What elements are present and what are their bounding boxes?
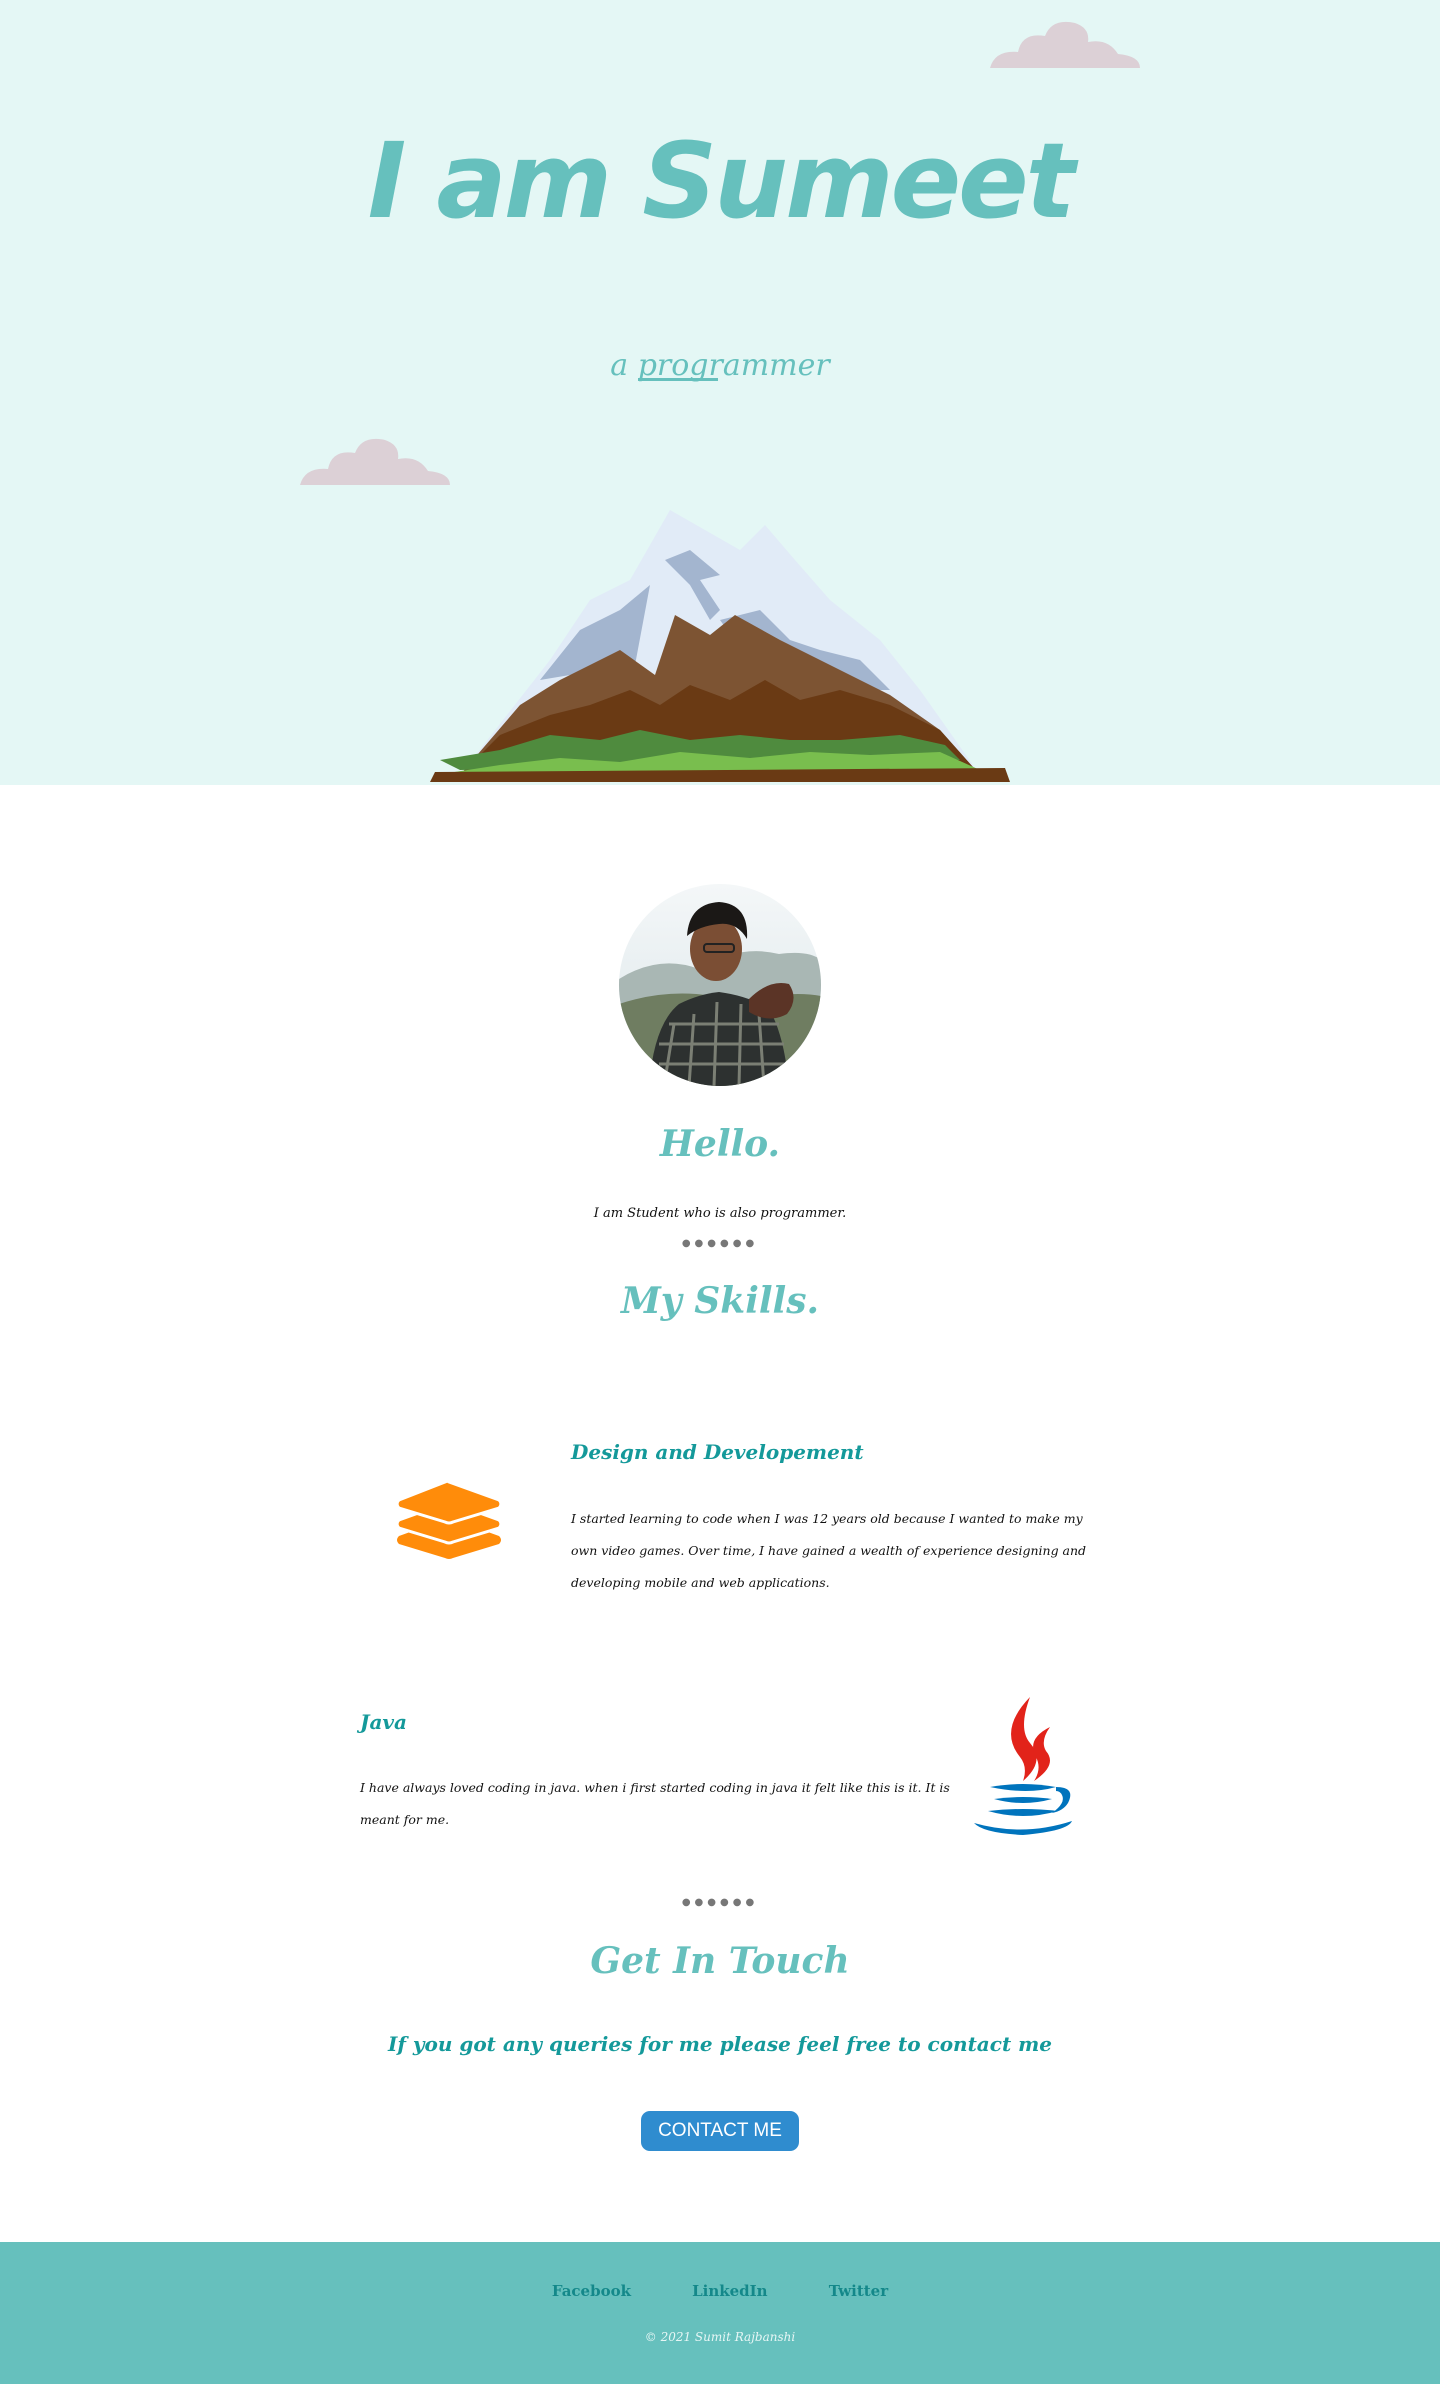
footer-links: Facebook LinkedIn Twitter xyxy=(0,2281,1440,2300)
dots-divider: ●●●●●● xyxy=(681,1897,759,1908)
skill-title-design: Design and Developement xyxy=(571,1440,864,1464)
avatar xyxy=(619,884,821,1086)
contact-subtitle: If you got any queries for me please fee… xyxy=(387,2032,1053,2056)
hero-title: I am Sumeet xyxy=(367,120,1076,242)
profile-photo xyxy=(619,884,821,1086)
footer-link-linkedin[interactable]: LinkedIn xyxy=(692,2282,768,2300)
dots-divider: ●●●●●● xyxy=(681,1238,759,1249)
footer-link-twitter[interactable]: Twitter xyxy=(829,2282,888,2300)
footer-link-facebook[interactable]: Facebook xyxy=(552,2282,631,2300)
cloud-icon xyxy=(300,438,450,485)
about-text: I am Student who is also programmer. xyxy=(593,1206,847,1221)
cloud-icon xyxy=(990,21,1140,68)
hero-subtitle-prefix: a xyxy=(610,348,638,383)
layers-icon xyxy=(395,1480,503,1559)
greeting-heading: Hello. xyxy=(659,1123,781,1165)
skill-text-design: I started learning to code when I was 12… xyxy=(571,1511,1087,1590)
skill-title-java: Java xyxy=(360,1710,408,1734)
skills-heading: My Skills. xyxy=(620,1280,820,1322)
footer: Facebook LinkedIn Twitter © 2021 Sumit R… xyxy=(0,2242,1440,2384)
copyright: © 2021 Sumit Rajbanshi xyxy=(644,2330,796,2344)
contact-me-button[interactable]: CONTACT ME xyxy=(641,2111,799,2151)
hero-section: I am Sumeet a programmer xyxy=(0,0,1440,785)
mountain-illustration xyxy=(430,510,1010,782)
skill-text-java: I have always loved coding in java. when… xyxy=(360,1780,950,1827)
hero-subtitle-word: programmer xyxy=(637,348,830,383)
contact-heading: Get In Touch xyxy=(590,1940,850,1982)
java-icon xyxy=(974,1697,1072,1835)
hero-subtitle: a programmer xyxy=(0,348,1440,383)
